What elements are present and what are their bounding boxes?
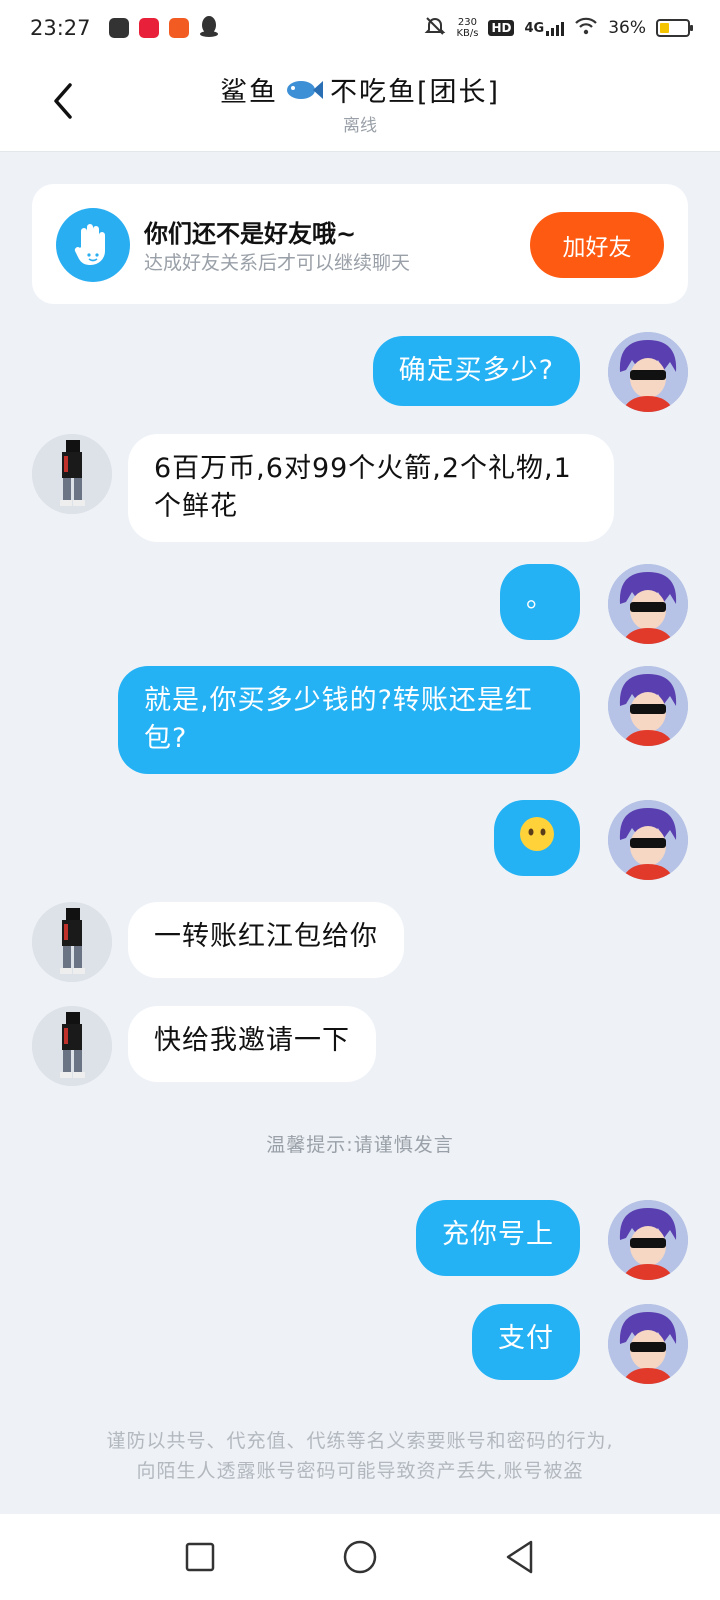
message-row: 充你号上 (0, 1200, 720, 1280)
net-speed-unit: KB/s (456, 28, 479, 39)
chat-title-part1: 鲨鱼 (219, 77, 278, 108)
message-row: 6百万币,6对99个火箭,2个礼物,1个鲜花 (0, 434, 720, 544)
my-avatar[interactable] (608, 800, 688, 880)
message-row: 一转账红江包给你 (0, 902, 720, 982)
back-nav-button[interactable] (490, 1527, 550, 1587)
title-wrap: 鲨鱼 不吃鱼[团长] 离线 (0, 70, 720, 136)
qq-penguin-icon (199, 15, 219, 42)
add-friend-button[interactable]: 加好友 (530, 212, 664, 278)
wave-hand-icon (56, 208, 130, 282)
battery-fill (660, 23, 670, 33)
my-avatar[interactable] (608, 666, 688, 746)
message-row (0, 800, 720, 880)
chat-header: 鲨鱼 不吃鱼[团长] 离线 (0, 56, 720, 152)
status-time: 23:27 (30, 16, 91, 40)
security-warning-line1: 谨防以共号、代充值、代练等名义索要账号和密码的行为, (106, 1430, 614, 1452)
contact-avatar[interactable] (32, 434, 112, 514)
hd-badge: HD (488, 20, 515, 36)
status-left: 23:27 (30, 15, 219, 42)
app-notification-icon (138, 18, 159, 38)
message-bubble-sent[interactable]: 就是,你买多少钱的?转账还是红包? (118, 666, 580, 774)
friend-request-banner: 你们还不是好友哦~ 达成好友关系后才可以继续聊天 加好友 (32, 184, 688, 304)
my-avatar[interactable] (608, 1200, 688, 1280)
neutral-face-emoji-icon (520, 817, 554, 851)
fish-emoji-icon (286, 80, 323, 99)
message-bubble-received[interactable]: 6百万币,6对99个火箭,2个礼物,1个鲜花 (128, 434, 614, 542)
net-speed-value: 230 (457, 17, 478, 28)
my-avatar[interactable] (608, 332, 688, 412)
chat-title[interactable]: 鲨鱼 不吃鱼[团长] (220, 70, 500, 109)
message-row: 支付 (0, 1304, 720, 1384)
battery-icon (656, 19, 693, 37)
mute-icon (424, 15, 446, 42)
network-type: 4G (524, 21, 545, 36)
message-row: 快给我邀请一下 (0, 1006, 720, 1086)
my-avatar[interactable] (608, 564, 688, 644)
wifi-icon (574, 17, 598, 40)
online-status: 离线 (343, 116, 377, 136)
chat-title-part2: 不吃鱼[团长] (329, 77, 501, 108)
app-notification-icon (108, 18, 129, 38)
message-bubble-emoji[interactable] (494, 800, 580, 876)
contact-avatar[interactable] (32, 1006, 112, 1086)
home-button[interactable] (330, 1527, 390, 1587)
message-bubble-received[interactable]: 快给我邀请一下 (128, 1006, 376, 1082)
system-nav-bar (0, 1514, 720, 1600)
triangle-back-icon (506, 1540, 533, 1574)
status-right: 230 KB/s HD 4G 36% (424, 15, 693, 42)
message-bubble-sent[interactable]: 充你号上 (416, 1200, 580, 1276)
message-bubble-received[interactable]: 一转账红江包给你 (128, 902, 404, 978)
friend-banner-title: 你们还不是好友哦~ (144, 220, 357, 248)
contact-avatar[interactable] (32, 902, 112, 982)
message-row: 。 (0, 564, 720, 644)
square-icon (185, 1542, 215, 1572)
friend-banner-subtitle: 达成好友关系后才可以继续聊天 (144, 252, 411, 274)
message-row: 就是,你买多少钱的?转账还是红包? (0, 666, 720, 776)
circle-icon (343, 1540, 377, 1574)
message-bubble-sent[interactable]: 确定买多少? (372, 336, 580, 406)
cell-signal: 4G (524, 20, 565, 36)
message-row: 确定买多少? (0, 332, 720, 416)
security-warning: 谨防以共号、代充值、代练等名义索要账号和密码的行为, 向陌生人透露账号密码可能导… (40, 1426, 680, 1486)
message-bubble-sent[interactable]: 支付 (472, 1304, 580, 1380)
status-bar: 23:27 230 KB/s HD 4G 36% (0, 0, 720, 56)
my-avatar[interactable] (608, 1304, 688, 1384)
battery-percent: 36% (608, 18, 646, 38)
message-bubble-sent[interactable]: 。 (500, 564, 580, 640)
recent-apps-button[interactable] (170, 1527, 230, 1587)
net-speed: 230 KB/s (456, 17, 478, 39)
security-warning-line2: 向陌生人透露账号密码可能导致资产丢失,账号被盗 (136, 1460, 584, 1482)
system-notice: 温馨提示:请谨慎发言 (266, 1134, 454, 1156)
app-notification-icon (168, 18, 189, 38)
signal-bars-icon (546, 20, 565, 36)
